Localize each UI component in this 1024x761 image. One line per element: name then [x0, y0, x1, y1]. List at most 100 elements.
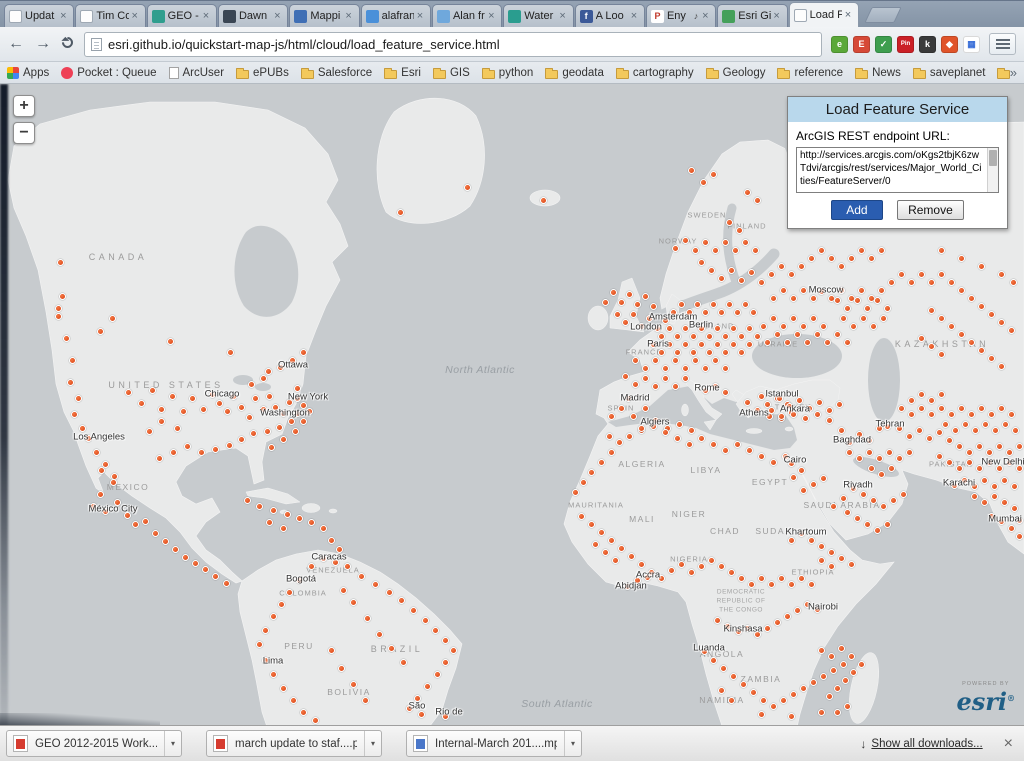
reload-button[interactable]	[62, 36, 73, 52]
browser-tab-mappi[interactable]: Mappi×	[289, 4, 359, 27]
city-marker[interactable]	[734, 441, 741, 448]
city-marker[interactable]	[750, 309, 757, 316]
city-marker[interactable]	[864, 521, 871, 528]
city-marker[interactable]	[270, 671, 277, 678]
city-marker[interactable]	[67, 379, 74, 386]
city-marker[interactable]	[364, 615, 371, 622]
city-marker[interactable]	[250, 430, 257, 437]
city-marker[interactable]	[650, 303, 657, 310]
city-marker[interactable]	[790, 691, 797, 698]
table-extension-icon[interactable]: ▦	[963, 36, 980, 53]
city-marker[interactable]	[840, 661, 847, 668]
city-marker[interactable]	[798, 467, 805, 474]
city-marker[interactable]	[1016, 533, 1023, 540]
bookmark-epubs[interactable]: ePUBs	[236, 67, 289, 79]
city-marker[interactable]	[748, 581, 755, 588]
city-marker[interactable]	[702, 365, 709, 372]
city-marker[interactable]	[189, 395, 196, 402]
city-marker[interactable]	[848, 653, 855, 660]
city-marker[interactable]	[928, 397, 935, 404]
city-marker[interactable]	[818, 557, 825, 564]
city-marker[interactable]	[668, 567, 675, 574]
city-marker[interactable]	[878, 247, 885, 254]
city-marker[interactable]	[638, 561, 645, 568]
city-marker[interactable]	[280, 436, 287, 443]
city-marker[interactable]	[790, 295, 797, 302]
city-marker[interactable]	[816, 399, 823, 406]
city-marker[interactable]	[908, 397, 915, 404]
city-marker[interactable]	[850, 669, 857, 676]
city-marker[interactable]	[674, 435, 681, 442]
city-marker[interactable]	[682, 237, 689, 244]
city-marker[interactable]	[794, 607, 801, 614]
tab-close-button[interactable]: ×	[699, 10, 711, 22]
city-marker[interactable]	[982, 421, 989, 428]
address-bar[interactable]	[84, 32, 822, 57]
city-marker[interactable]	[626, 433, 633, 440]
city-marker[interactable]	[760, 697, 767, 704]
city-marker[interactable]	[854, 515, 861, 522]
city-marker[interactable]	[780, 323, 787, 330]
city-marker[interactable]	[614, 311, 621, 318]
city-marker[interactable]	[938, 391, 945, 398]
city-marker[interactable]	[256, 503, 263, 510]
city-marker[interactable]	[738, 333, 745, 340]
city-marker[interactable]	[1001, 499, 1008, 506]
city-marker[interactable]	[800, 487, 807, 494]
keep-extension-icon[interactable]: k	[919, 36, 936, 53]
city-marker[interactable]	[280, 685, 287, 692]
city-marker[interactable]	[598, 529, 605, 536]
bookmark-python[interactable]: python	[482, 67, 534, 79]
browser-tab-load-f[interactable]: Load F×	[789, 2, 859, 27]
browser-tab-esri-gi[interactable]: Esri Gi×	[717, 4, 787, 27]
city-marker[interactable]	[730, 341, 737, 348]
city-marker[interactable]	[266, 393, 273, 400]
city-marker[interactable]	[702, 239, 709, 246]
city-marker[interactable]	[998, 319, 1005, 326]
forward-button[interactable]: →	[35, 36, 51, 52]
city-marker[interactable]	[1011, 505, 1018, 512]
city-marker[interactable]	[981, 477, 988, 484]
city-marker[interactable]	[718, 309, 725, 316]
city-marker[interactable]	[996, 443, 1003, 450]
city-marker[interactable]	[918, 271, 925, 278]
city-marker[interactable]	[184, 443, 191, 450]
city-marker[interactable]	[981, 499, 988, 506]
city-marker[interactable]	[978, 303, 985, 310]
city-marker[interactable]	[722, 239, 729, 246]
city-marker[interactable]	[698, 341, 705, 348]
city-marker[interactable]	[63, 335, 70, 342]
city-marker[interactable]	[328, 537, 335, 544]
city-marker[interactable]	[740, 681, 747, 688]
city-marker[interactable]	[966, 449, 973, 456]
city-marker[interactable]	[834, 331, 841, 338]
city-marker[interactable]	[938, 315, 945, 322]
tab-close-button[interactable]: ×	[414, 10, 426, 22]
city-marker[interactable]	[706, 333, 713, 340]
city-marker[interactable]	[830, 667, 837, 674]
city-marker[interactable]	[966, 459, 973, 466]
city-marker[interactable]	[826, 417, 833, 424]
city-marker[interactable]	[618, 405, 625, 412]
city-marker[interactable]	[818, 647, 825, 654]
city-marker[interactable]	[202, 566, 209, 573]
city-marker[interactable]	[706, 349, 713, 356]
city-marker[interactable]	[618, 299, 625, 306]
tab-close-button[interactable]: ×	[343, 10, 355, 22]
city-marker[interactable]	[744, 399, 751, 406]
city-marker[interactable]	[726, 219, 733, 226]
city-marker[interactable]	[998, 271, 1005, 278]
city-marker[interactable]	[992, 427, 999, 434]
city-marker[interactable]	[688, 569, 695, 576]
city-marker[interactable]	[858, 287, 865, 294]
city-marker[interactable]	[572, 489, 579, 496]
city-marker[interactable]	[710, 441, 717, 448]
city-marker[interactable]	[844, 703, 851, 710]
textarea-scrollbar[interactable]	[987, 148, 998, 192]
city-marker[interactable]	[722, 333, 729, 340]
scrollbar-thumb[interactable]	[989, 150, 997, 166]
city-marker[interactable]	[986, 449, 993, 456]
city-marker[interactable]	[770, 703, 777, 710]
city-marker[interactable]	[1006, 449, 1013, 456]
city-marker[interactable]	[758, 453, 765, 460]
